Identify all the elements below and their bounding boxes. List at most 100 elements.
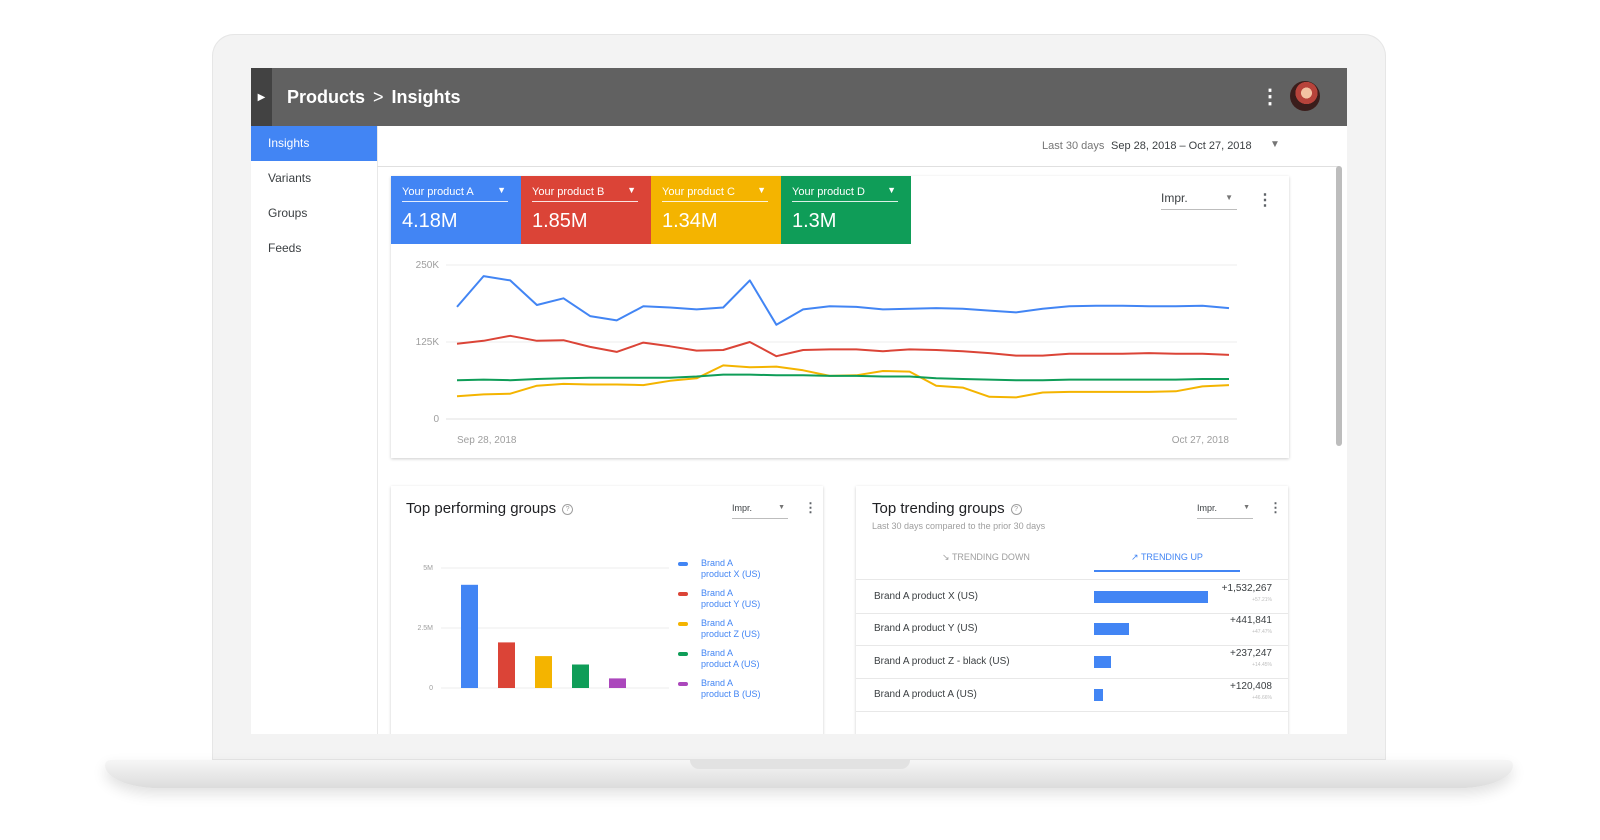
row-bar — [1094, 591, 1208, 603]
tab-trending-down[interactable]: ↘ TRENDING DOWN — [936, 552, 1036, 563]
legend-item[interactable]: Brand Aproduct Y (US) — [678, 588, 761, 610]
legend-line2: product X (US) — [701, 569, 761, 579]
legend-line2: product Y (US) — [701, 599, 761, 609]
legend-swatch — [678, 682, 688, 686]
metric-select-value: Impr. — [1197, 503, 1218, 513]
row-name: Brand A product Y (US) — [874, 623, 978, 634]
row-percent: +57.21% — [1252, 597, 1272, 603]
breadcrumb: Products > Insights — [287, 68, 461, 126]
breadcrumb-separator: > — [373, 86, 384, 107]
legend-line1: Brand A — [701, 558, 734, 568]
legend-swatch — [678, 592, 688, 596]
legend-swatch — [678, 562, 688, 566]
legend-line1: Brand A — [701, 678, 734, 688]
table-row[interactable]: Brand A product X (US) +1,532,267 +57.21… — [856, 579, 1288, 614]
app-screen: ▶ Products > Insights ⋮ Insights Variant… — [251, 68, 1347, 734]
row-percent: +47.47% — [1252, 629, 1272, 635]
more-vert-icon[interactable]: ⋮ — [1269, 500, 1282, 516]
metric-select[interactable]: Impr. ▼ — [732, 503, 788, 519]
sidebar-item-variants[interactable]: Variants — [251, 161, 377, 196]
breadcrumb-products[interactable]: Products — [287, 87, 365, 108]
series-line — [456, 275, 1230, 326]
bar-chart: 5M 2.5M 0 — [417, 565, 669, 692]
breadcrumb-insights: Insights — [391, 86, 461, 107]
y-tick-label: 2.5M — [417, 625, 433, 632]
laptop-notch — [690, 760, 910, 769]
series-line — [456, 373, 1229, 382]
y-tick-label: 0 — [433, 414, 439, 425]
expand-sidebar-button[interactable]: ▶ — [251, 68, 272, 126]
chevron-right-icon: ▶ — [257, 91, 266, 103]
row-value: +237,247 — [1230, 648, 1272, 659]
top-app-bar: ▶ Products > Insights ⋮ — [251, 68, 1347, 126]
bar — [461, 584, 478, 688]
scrollbar[interactable] — [1336, 166, 1342, 446]
caret-down-icon: ▼ — [1243, 504, 1250, 511]
date-range-label: Last 30 days — [1042, 140, 1105, 152]
legend-line1: Brand A — [701, 618, 734, 628]
bar — [609, 678, 626, 688]
caret-down-icon: ▼ — [778, 504, 785, 511]
trending-up-icon: ↗ — [1131, 552, 1139, 562]
row-bar — [1094, 656, 1111, 668]
metric-select-value: Impr. — [732, 503, 753, 513]
y-tick-label: 250K — [416, 260, 440, 271]
row-name: Brand A product A (US) — [874, 689, 977, 700]
series-line — [456, 334, 1230, 358]
row-percent: +14.45% — [1252, 662, 1272, 668]
bar — [535, 656, 552, 688]
product-performance-card: Your product A ▼ 4.18M Your product B ▼ … — [391, 176, 1289, 458]
y-tick-label: 0 — [429, 685, 433, 692]
top-performing-groups-card: Top performing groups? Impr. ▼ ⋮ 5M 2.5M… — [391, 486, 823, 734]
trending-down-icon: ↘ — [942, 552, 950, 562]
line-chart: 250K 125K 0 Sep 28, 2018 Oct 27, 2018 — [416, 260, 1237, 446]
row-bar — [1094, 689, 1103, 701]
top-trending-groups-card: Top trending groups? Last 30 days compar… — [856, 486, 1288, 734]
legend-swatch — [678, 622, 688, 626]
more-vert-icon[interactable]: ⋮ — [1260, 84, 1280, 109]
legend-line2: product Z (US) — [701, 629, 761, 639]
sidebar: Insights Variants Groups Feeds — [251, 126, 378, 734]
metric-select[interactable]: Impr. ▼ — [1197, 503, 1253, 519]
legend-line2: product A (US) — [701, 659, 760, 669]
row-name: Brand A product Z - black (US) — [874, 656, 1010, 667]
y-tick-label: 5M — [423, 565, 433, 572]
bar — [572, 664, 589, 688]
date-range-bar: Last 30 days Sep 28, 2018 – Oct 27, 2018… — [377, 126, 1339, 167]
row-value: +120,408 — [1230, 681, 1272, 692]
legend-item[interactable]: Brand Aproduct B (US) — [678, 678, 761, 700]
row-value: +1,532,267 — [1221, 583, 1272, 594]
y-tick-label: 125K — [416, 337, 440, 348]
tab-trending-up[interactable]: ↗ TRENDING UP — [1094, 552, 1240, 572]
more-vert-icon[interactable]: ⋮ — [804, 500, 817, 516]
row-name: Brand A product X (US) — [874, 591, 978, 602]
card-title: Top trending groups? — [872, 500, 1022, 517]
card-subtitle: Last 30 days compared to the prior 30 da… — [872, 521, 1046, 531]
legend-line1: Brand A — [701, 588, 734, 598]
date-range-picker[interactable]: Sep 28, 2018 – Oct 27, 2018 — [1111, 140, 1252, 152]
legend-item[interactable]: Brand Aproduct A (US) — [678, 648, 760, 670]
bar — [498, 642, 515, 688]
legend-line2: product B (US) — [701, 689, 761, 699]
sidebar-item-insights[interactable]: Insights — [251, 126, 377, 161]
table-row[interactable]: Brand A product Y (US) +441,841 +47.47% — [856, 612, 1288, 646]
sidebar-item-feeds[interactable]: Feeds — [251, 231, 377, 266]
row-bar — [1094, 623, 1129, 635]
series-line — [456, 364, 1230, 399]
legend-item[interactable]: Brand Aproduct Z (US) — [678, 618, 761, 640]
table-row[interactable]: Brand A product Z - black (US) +237,247 … — [856, 645, 1288, 679]
sidebar-item-groups[interactable]: Groups — [251, 196, 377, 231]
x-tick-label: Oct 27, 2018 — [1172, 435, 1230, 446]
row-percent: +46.66% — [1252, 695, 1272, 701]
legend-line1: Brand A — [701, 648, 734, 658]
help-icon[interactable]: ? — [1010, 504, 1022, 515]
legend-item[interactable]: Brand Aproduct X (US) — [678, 558, 761, 580]
caret-down-icon[interactable]: ▼ — [1270, 139, 1280, 150]
x-tick-label: Sep 28, 2018 — [457, 435, 517, 446]
avatar[interactable] — [1290, 81, 1320, 111]
card-title-text: Top trending groups — [872, 500, 1005, 517]
tab-label: TRENDING UP — [1140, 552, 1203, 562]
table-row[interactable]: Brand A product A (US) +120,408 +46.66% — [856, 678, 1288, 712]
legend-swatch — [678, 652, 688, 656]
row-value: +441,841 — [1230, 615, 1272, 626]
